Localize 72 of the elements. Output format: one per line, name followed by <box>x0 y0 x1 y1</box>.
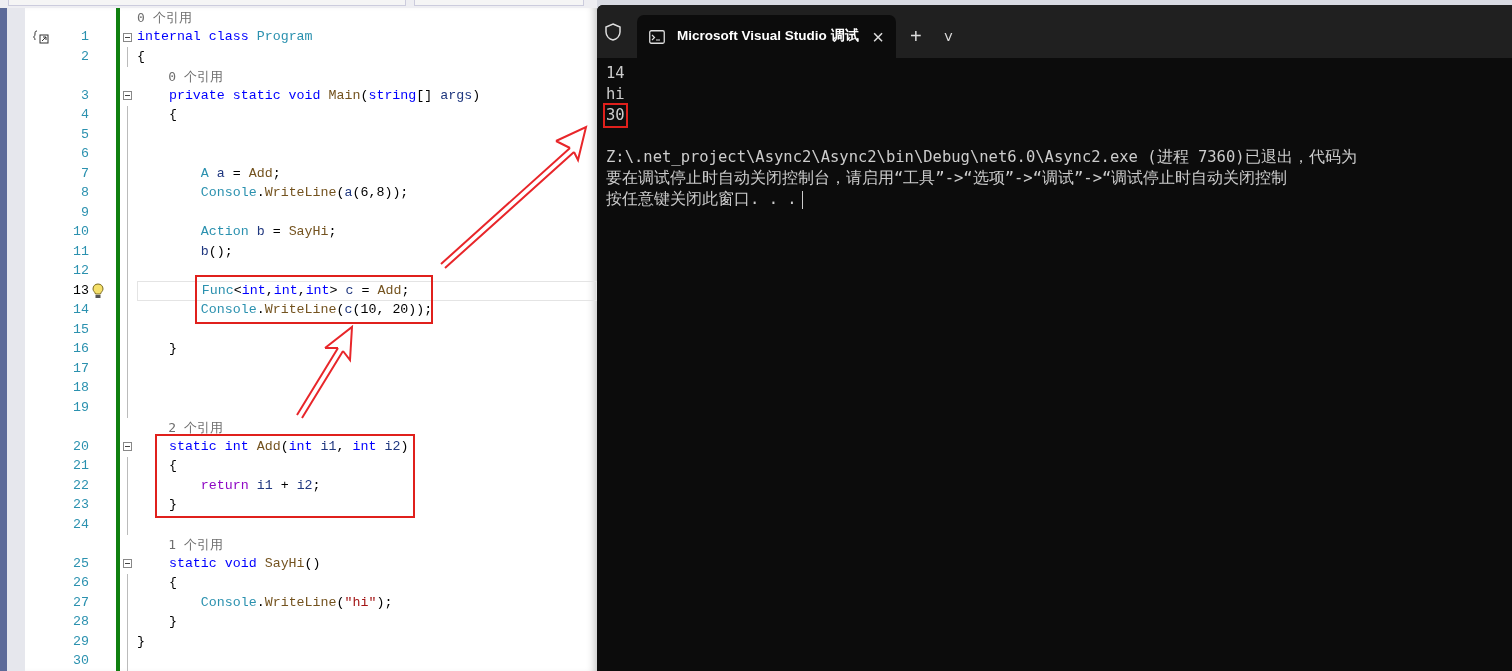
code-line: { <box>137 47 145 66</box>
line-number: 28 <box>72 613 89 632</box>
line-number: 8 <box>80 184 89 203</box>
new-tab-button[interactable]: + <box>910 26 922 46</box>
terminal-tab[interactable]: Microsoft Visual Studio 调试 × <box>637 15 896 58</box>
dropdown-button[interactable]: ˅ <box>943 30 954 46</box>
tab-title: Microsoft Visual Studio 调试 <box>677 27 860 46</box>
line-number: 27 <box>72 593 89 612</box>
code-line: private static void Main(string[] args) <box>167 86 481 105</box>
console-output: 30 <box>603 103 628 128</box>
console-output: hi <box>605 84 626 105</box>
code-line: internal class Program <box>137 28 313 47</box>
line-number: 7 <box>80 164 89 183</box>
line-number: 1 <box>80 28 89 47</box>
code-line: Console.WriteLine("hi"); <box>199 593 393 612</box>
close-button[interactable]: × <box>872 26 884 47</box>
line-number: 6 <box>80 145 89 164</box>
collapse-icon[interactable] <box>122 32 132 42</box>
code-line: Action b = SayHi; <box>199 223 337 242</box>
line-number: 24 <box>72 515 89 534</box>
shield-icon <box>605 23 621 41</box>
reference-count[interactable]: 2 个引用 <box>137 417 223 437</box>
console-output: 要在调试停止时自动关闭控制台，请启用“工具”->“选项”->“调试”->“调试停止时自动关闭控制 <box>605 168 1289 189</box>
line-number: 3 <box>80 86 89 105</box>
line-number: 25 <box>72 554 89 573</box>
collapse-icon[interactable] <box>122 559 132 569</box>
collapse-icon[interactable] <box>122 442 132 452</box>
code-line: { <box>167 457 177 476</box>
line-number: 26 <box>72 574 89 593</box>
code-line: { <box>167 106 177 125</box>
reference-count[interactable]: 1 个引用 <box>137 534 223 554</box>
line-number: 18 <box>72 379 89 398</box>
reference-count[interactable]: 0 个引用 <box>137 66 223 86</box>
code-line: Func<int,int,int> c = Add; <box>200 281 410 300</box>
reference-count[interactable]: 0 个引用 <box>137 8 192 28</box>
line-number: 29 <box>72 632 89 651</box>
line-number: 13 <box>72 281 89 300</box>
line-number: 16 <box>72 340 89 359</box>
line-number: 17 <box>72 359 89 378</box>
line-number: 15 <box>72 320 89 339</box>
code-line: } <box>167 340 177 359</box>
line-number: 4 <box>80 106 89 125</box>
line-number: 19 <box>72 398 89 417</box>
line-number: 22 <box>72 476 89 495</box>
line-number: 5 <box>80 125 89 144</box>
code-line: } <box>137 632 145 651</box>
code-line: { <box>167 574 177 593</box>
console-output: 14 <box>605 63 626 84</box>
code-line: } <box>167 496 177 515</box>
code-line: static void SayHi() <box>167 554 321 573</box>
line-number: 30 <box>72 652 89 671</box>
line-number: 9 <box>80 203 89 222</box>
line-number: 20 <box>72 437 89 456</box>
line-number: 10 <box>72 223 89 242</box>
terminal-icon <box>649 29 665 44</box>
code-line: A a = Add; <box>199 164 281 183</box>
lightbulb-icon[interactable] <box>92 282 104 299</box>
line-number: 2 <box>80 47 89 66</box>
console-output: 按任意键关闭此窗口. . . <box>605 189 798 210</box>
console-output: Z:\.net_project\Async2\Async2\bin\Debug\net6.0\Async2.exe (进程 7360)已退出，代码为 <box>605 147 1358 168</box>
code-line: b(); <box>199 242 233 261</box>
code-line: Console.WriteLine(a(6,8)); <box>199 184 409 203</box>
code-line: } <box>167 613 177 632</box>
line-number: 21 <box>72 457 89 476</box>
line-number: 23 <box>72 496 89 515</box>
collapse-icon[interactable] <box>122 91 132 101</box>
line-number: 12 <box>72 262 89 281</box>
code-line: Console.WriteLine(c(10, 20)); <box>199 301 433 320</box>
line-number: 14 <box>72 301 89 320</box>
line-number: 11 <box>72 242 89 261</box>
code-line: static int Add(int i1, int i2) <box>167 437 409 456</box>
code-line: return i1 + i2; <box>199 476 321 495</box>
